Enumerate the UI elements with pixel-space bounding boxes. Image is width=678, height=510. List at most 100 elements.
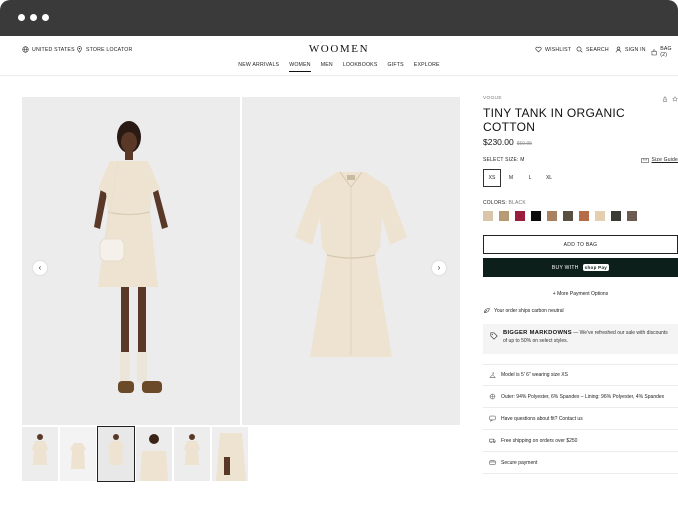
nav-men[interactable]: MEN xyxy=(321,62,333,72)
thumbnail-image xyxy=(212,427,248,481)
search-link[interactable]: SEARCH xyxy=(576,46,609,53)
markdown-promo: BIGGER MARKDOWNS — We've refreshed our s… xyxy=(483,324,678,354)
nav-women[interactable]: WOMEN xyxy=(289,62,311,72)
size-guide-link[interactable]: Size Guide xyxy=(640,157,678,163)
carbon-text: Your order ships carbon neutral xyxy=(494,307,564,314)
color-swatch[interactable] xyxy=(547,211,557,221)
size-option-l[interactable]: L xyxy=(521,169,539,187)
chat-icon xyxy=(489,415,496,422)
product-price: $230.00 $69.95 xyxy=(483,137,678,147)
promo-title: BIGGER MARKDOWNS xyxy=(503,330,572,336)
fabric-icon xyxy=(489,393,496,400)
shop-pay-logo: shop Pay xyxy=(582,264,610,271)
info-text-shipping: Free shipping on orders over $250 xyxy=(501,437,578,444)
old-price: $69.95 xyxy=(516,141,533,147)
nav-new-arrivals[interactable]: NEW ARRIVALS xyxy=(238,62,279,72)
card-icon xyxy=(489,460,496,465)
color-swatch[interactable] xyxy=(595,211,605,221)
star-icon[interactable] xyxy=(672,96,678,102)
bag-icon xyxy=(651,48,657,55)
window-maximize-dot[interactable] xyxy=(42,14,49,21)
colors-value: BLACK xyxy=(508,200,526,206)
buy-with-shop-pay-button[interactable]: BUY WITH shop Pay xyxy=(483,258,678,277)
product-panel: VOGUE TINY TANK IN ORGANIC COTTON $230.0… xyxy=(483,96,678,474)
model-photo xyxy=(22,97,240,425)
color-swatch[interactable] xyxy=(531,211,541,221)
nav-explore[interactable]: EXPLORE xyxy=(414,62,440,72)
info-row-shipping: Free shipping on orders over $250 xyxy=(483,430,678,452)
product-brand: VOGUE xyxy=(483,96,502,101)
color-swatch[interactable] xyxy=(627,211,637,221)
thumbnail[interactable] xyxy=(174,427,210,481)
info-row-questions[interactable]: Have questions about fit? Contact us xyxy=(483,408,678,430)
site-header: UNITED STATES STORE LOCATOR WOOMEN WISHL… xyxy=(0,36,678,76)
thumbnail-image xyxy=(22,427,58,481)
size-options: XS M L XL xyxy=(483,169,559,187)
user-icon xyxy=(615,46,622,53)
size-option-xs[interactable]: XS xyxy=(483,169,501,187)
info-text-secure: Secure payment xyxy=(501,459,538,466)
info-text-questions: Have questions about fit? Contact us xyxy=(501,415,583,422)
info-row-fabric: Outer: 94% Polyester, 6% Spandex – Linin… xyxy=(483,386,678,408)
browser-titlebar xyxy=(0,0,678,36)
main-nav: NEW ARRIVALS WOMEN MEN LOOKBOOKS GIFTS E… xyxy=(0,62,678,72)
dress-photo xyxy=(242,97,460,425)
color-swatches xyxy=(483,211,637,221)
current-price: $230.00 xyxy=(483,137,514,147)
chevron-right-icon: › xyxy=(437,263,441,272)
hanger-icon xyxy=(489,371,496,378)
carbon-neutral-note: Your order ships carbon neutral xyxy=(483,307,564,314)
nav-lookbooks[interactable]: LOOKBOOKS xyxy=(343,62,378,72)
heart-icon xyxy=(535,46,542,53)
size-option-m[interactable]: M xyxy=(502,169,520,187)
color-swatch[interactable] xyxy=(515,211,525,221)
tag-icon xyxy=(490,332,498,340)
thumbnail[interactable] xyxy=(60,427,96,481)
thumbnail[interactable] xyxy=(136,427,172,481)
size-option-xl[interactable]: XL xyxy=(540,169,558,187)
info-text-fabric: Outer: 94% Polyester, 6% Spandex – Linin… xyxy=(501,393,665,400)
colors-label-text: COLORS: xyxy=(483,200,507,206)
color-swatch[interactable] xyxy=(499,211,509,221)
ruler-icon xyxy=(640,157,649,163)
sign-in-label: SIGN IN xyxy=(625,46,646,53)
prev-image-button[interactable]: ‹ xyxy=(33,261,47,275)
share-icon[interactable] xyxy=(662,96,668,102)
thumbnail-image xyxy=(60,427,96,481)
search-icon xyxy=(576,46,583,53)
more-payment-options-link[interactable]: + More Payment Options xyxy=(483,291,678,297)
window-minimize-dot[interactable] xyxy=(30,14,37,21)
window-close-dot[interactable] xyxy=(18,14,25,21)
thumbnail-image xyxy=(174,427,210,481)
color-swatch[interactable] xyxy=(611,211,621,221)
thumbnail[interactable] xyxy=(22,427,58,481)
thumbnail[interactable] xyxy=(212,427,248,481)
thumbnail-image xyxy=(98,427,134,481)
thumbnail-active[interactable] xyxy=(97,426,135,482)
colors-label: COLORS: BLACK xyxy=(483,200,526,206)
product-image-model[interactable]: ‹ xyxy=(22,97,240,425)
search-label: SEARCH xyxy=(586,46,609,53)
wishlist-link[interactable]: WISHLIST xyxy=(535,46,571,53)
truck-icon xyxy=(489,438,496,444)
buy-with-label: BUY WITH xyxy=(551,264,579,271)
color-swatch[interactable] xyxy=(483,211,493,221)
size-guide-label: Size Guide xyxy=(651,157,678,163)
thumbnail-image xyxy=(136,427,172,481)
bag-label: BAG (2) xyxy=(660,46,672,58)
next-image-button[interactable]: › xyxy=(432,261,446,275)
chevron-left-icon: ‹ xyxy=(38,263,42,272)
bag-link[interactable]: BAG (2) xyxy=(651,46,678,58)
info-row-secure: Secure payment xyxy=(483,452,678,474)
leaf-icon xyxy=(484,308,490,313)
color-swatch[interactable] xyxy=(579,211,589,221)
nav-gifts[interactable]: GIFTS xyxy=(388,62,404,72)
sign-in-link[interactable]: SIGN IN xyxy=(615,46,646,53)
add-to-bag-button[interactable]: ADD TO BAG xyxy=(483,235,678,254)
info-text-model: Model is 5' 6" wearing size XS xyxy=(501,372,568,378)
product-actions xyxy=(662,96,678,102)
product-title: TINY TANK IN ORGANIC COTTON xyxy=(483,106,626,134)
product-image-flat[interactable]: › xyxy=(242,97,460,425)
color-swatch[interactable] xyxy=(563,211,573,221)
wishlist-label: WISHLIST xyxy=(545,46,572,53)
